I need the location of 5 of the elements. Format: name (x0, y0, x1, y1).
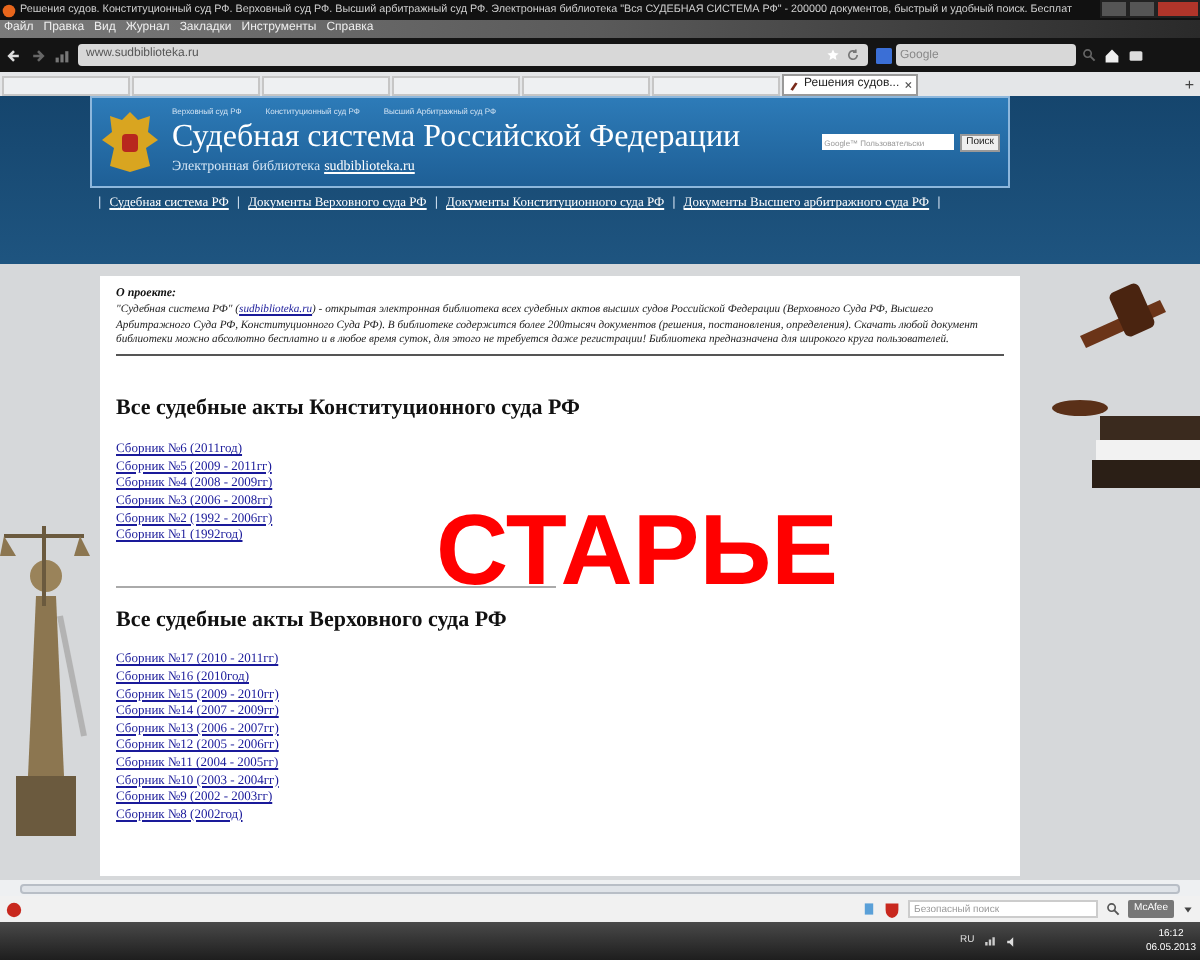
section-heading: Все судебные акты Конституционного суда РФ (116, 393, 582, 424)
overlay-text: СТАРЬЕ (436, 500, 839, 600)
site-title: Судебная система Российской Федерации (172, 118, 741, 157)
new-tab-button[interactable]: + (1184, 74, 1194, 96)
section-heading: Все судебные акты Верховного суда РФ (116, 605, 509, 636)
